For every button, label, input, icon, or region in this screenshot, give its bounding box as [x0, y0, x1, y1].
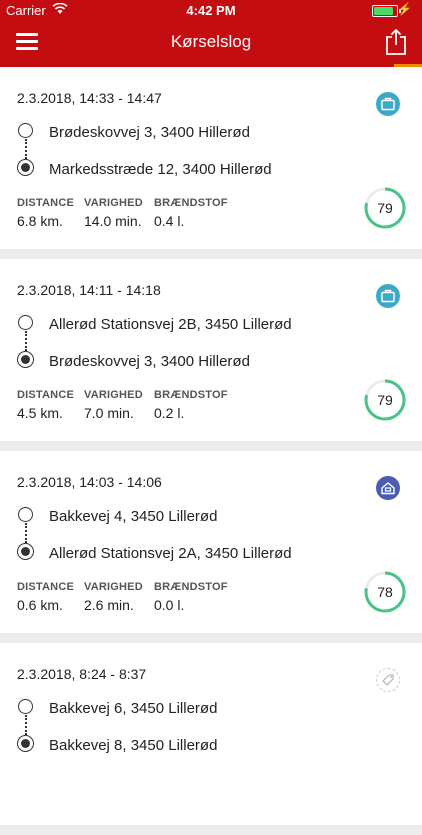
home-icon[interactable] — [376, 476, 400, 500]
duration-label: VARIGHED — [84, 389, 143, 401]
route-connector — [25, 715, 27, 735]
duration-value: 14.0 min. — [84, 213, 142, 229]
start-point-icon — [18, 123, 33, 138]
distance-value: 0.6 km. — [17, 597, 63, 613]
start-point-icon — [18, 699, 33, 714]
score-value: 79 — [377, 392, 393, 408]
trip-datetime: 2.3.2018, 14:33 - 14:47 — [17, 90, 162, 106]
duration-value: 7.0 min. — [84, 405, 134, 421]
route-connector — [25, 331, 27, 351]
trip-card[interactable]: 2.3.2018, 14:33 - 14:47 Brødeskovvej 3, … — [0, 67, 422, 249]
distance-value: 4.5 km. — [17, 405, 63, 421]
end-point-icon — [17, 543, 34, 560]
start-point-icon — [18, 315, 33, 330]
start-point-icon — [18, 507, 33, 522]
trip-card[interactable]: 2.3.2018, 14:11 - 14:18 Allerød Stations… — [0, 259, 422, 441]
fuel-value: 0.0 l. — [154, 597, 185, 613]
clock: 4:42 PM — [186, 3, 236, 18]
distance-label: DISTANCE — [17, 389, 75, 401]
score-value: 78 — [377, 584, 393, 600]
trip-end-address: Markedsstræde 12, 3400 Hillerød — [49, 161, 272, 178]
score-ring: 79 — [364, 379, 406, 421]
trip-start-address: Allerød Stationsvej 2B, 3450 Lillerød — [49, 316, 292, 333]
share-button[interactable] — [384, 28, 408, 56]
trip-end-address: Allerød Stationsvej 2A, 3450 Lillerød — [49, 545, 292, 562]
fuel-value: 0.2 l. — [154, 405, 185, 421]
briefcase-icon[interactable] — [376, 284, 400, 308]
trip-start-address: Bakkevej 6, 3450 Lillerød — [49, 700, 218, 717]
end-point-icon — [17, 159, 34, 176]
nav-bar: Kørselslog — [0, 20, 422, 64]
briefcase-icon[interactable] — [376, 92, 400, 116]
distance-label: DISTANCE — [17, 581, 75, 593]
trip-start-address: Bakkevej 4, 3450 Lillerød — [49, 508, 218, 525]
score-ring: 78 — [364, 571, 406, 613]
end-point-icon — [17, 735, 34, 752]
battery-icon — [372, 5, 401, 17]
trip-datetime: 2.3.2018, 8:24 - 8:37 — [17, 666, 147, 682]
distance-value: 6.8 km. — [17, 213, 63, 229]
charging-bolt-icon: ⚡ — [397, 2, 412, 16]
fuel-label: BRÆNDSTOF — [154, 389, 228, 401]
duration-label: VARIGHED — [84, 581, 143, 593]
score-value: 79 — [377, 200, 393, 216]
trip-card[interactable]: 2.3.2018, 8:24 - 8:37 Bakkevej 6, 3450 L… — [0, 643, 422, 825]
trip-datetime: 2.3.2018, 14:11 - 14:18 — [17, 282, 161, 298]
duration-value: 2.6 min. — [84, 597, 134, 613]
fuel-label: BRÆNDSTOF — [154, 197, 228, 209]
trip-datetime: 2.3.2018, 14:03 - 14:06 — [17, 474, 162, 490]
share-icon — [386, 28, 406, 55]
tag-icon[interactable] — [376, 668, 400, 692]
end-point-icon — [17, 351, 34, 368]
duration-label: VARIGHED — [84, 197, 143, 209]
trip-start-address: Brødeskovvej 3, 3400 Hillerød — [49, 124, 250, 141]
trip-end-address: Bakkevej 8, 3450 Lillerød — [49, 737, 218, 754]
status-bar: Carrier 4:42 PM ⚡ — [0, 0, 422, 20]
fuel-label: BRÆNDSTOF — [154, 581, 228, 593]
trip-list[interactable]: 2.3.2018, 14:33 - 14:47 Brødeskovvej 3, … — [0, 67, 422, 835]
trip-card[interactable]: 2.3.2018, 14:03 - 14:06 Bakkevej 4, 3450… — [0, 451, 422, 633]
fuel-value: 0.4 l. — [154, 213, 185, 229]
distance-label: DISTANCE — [17, 197, 75, 209]
trip-end-address: Brødeskovvej 3, 3400 Hillerød — [49, 353, 250, 370]
route-connector — [25, 523, 27, 543]
route-connector — [25, 139, 27, 159]
score-ring: 79 — [364, 187, 406, 229]
page-title: Kørselslog — [170, 32, 252, 51]
